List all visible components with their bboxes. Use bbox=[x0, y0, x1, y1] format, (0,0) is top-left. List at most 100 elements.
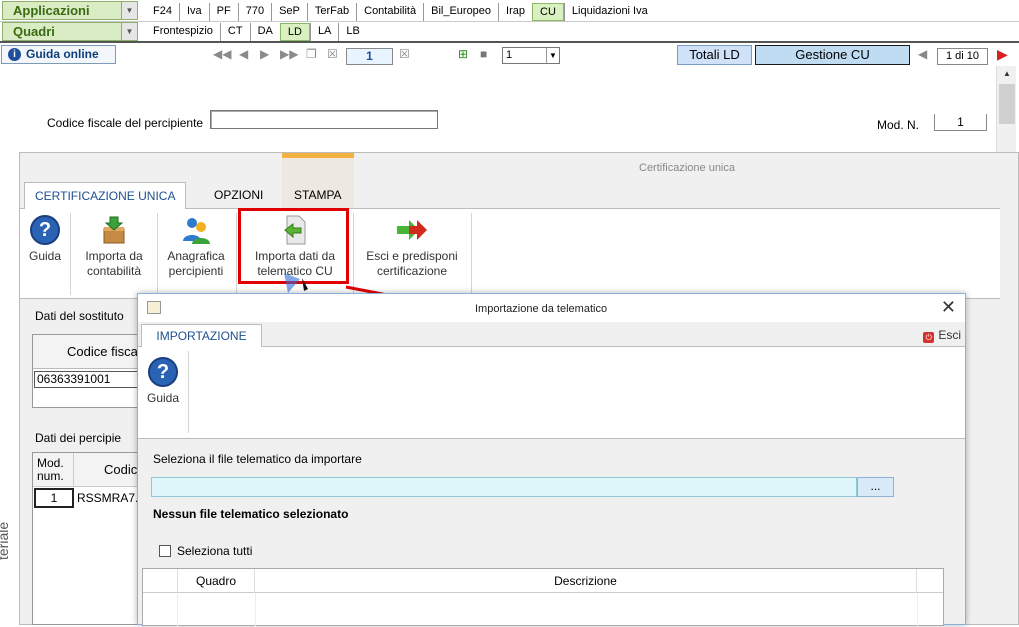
close-icon[interactable]: ✕ bbox=[941, 297, 956, 318]
guida-button[interactable]: ? Guida bbox=[27, 215, 63, 264]
module-tab-770[interactable]: 770 bbox=[237, 3, 271, 21]
module-tab-irap[interactable]: Irap bbox=[498, 3, 532, 21]
tab-stampa[interactable]: STAMPA bbox=[284, 182, 352, 209]
percipienti-section-label: Dati dei percipie bbox=[35, 431, 122, 445]
totali-ld-button[interactable]: Totali LD bbox=[677, 45, 752, 65]
add-sheet-icon[interactable]: ⊞ bbox=[458, 47, 468, 61]
scroll-up-icon[interactable]: ▲ bbox=[997, 66, 1017, 82]
remove-page-icon[interactable]: ☒ bbox=[399, 47, 410, 61]
guida-online-button[interactable]: i Guida online bbox=[1, 45, 116, 64]
dialog-ribbon: ? Guida bbox=[138, 347, 965, 439]
mod-num-header-line2: num. bbox=[37, 469, 64, 483]
toolbar: i Guida online ◀◀ ◀ ▶ ▶▶ ❐ ☒ 1 ☒ ⊞ ■ 1 ▼… bbox=[0, 41, 1019, 66]
delete-page-icon[interactable]: ☒ bbox=[327, 47, 338, 61]
help-icon: ? bbox=[30, 215, 60, 245]
importa-contabilita-button[interactable]: Importa da contabilità bbox=[77, 215, 151, 279]
tab-opzioni[interactable]: OPZIONI bbox=[204, 182, 273, 209]
codice-fiscale-value[interactable]: 06363391001 bbox=[34, 371, 139, 388]
scroll-thumb[interactable] bbox=[999, 84, 1015, 124]
module-tab-f24[interactable]: F24 bbox=[146, 3, 179, 21]
select-all-checkbox[interactable]: Seleziona tutti bbox=[159, 544, 252, 558]
quadro-tab-ct[interactable]: CT bbox=[219, 23, 250, 41]
prev-page-icon[interactable]: ◀ bbox=[239, 47, 248, 61]
module-tabs: F24 Iva PF 770 SeP TerFab Contabilità Bil_Europ… bbox=[146, 3, 655, 21]
select-all-label: Seleziona tutti bbox=[177, 544, 253, 558]
anagrafica-line2: percipienti bbox=[168, 264, 224, 278]
checkbox-box[interactable] bbox=[159, 545, 171, 557]
anagrafica-percipienti-button[interactable]: Anagrafica percipienti bbox=[161, 215, 231, 279]
module-tab-iva[interactable]: Iva bbox=[178, 3, 209, 21]
users-icon bbox=[183, 218, 210, 244]
dialog-app-icon bbox=[147, 301, 161, 314]
codice-header: Codic bbox=[74, 453, 139, 487]
quadro-tab-frontespizio[interactable]: Frontespizio bbox=[146, 23, 220, 41]
esci-label: Esci bbox=[938, 328, 961, 342]
chevron-down-icon[interactable]: ▼ bbox=[121, 23, 137, 40]
module-pager: 1 di 10 bbox=[937, 48, 988, 65]
tab-certificazione-unica[interactable]: CERTIFICAZIONE UNICA bbox=[24, 182, 187, 209]
quadri-label: Quadri bbox=[13, 24, 55, 39]
page-scrollbar[interactable]: ▲ bbox=[996, 66, 1016, 154]
row-mod-num[interactable]: 1 bbox=[34, 488, 74, 508]
next-page-icon[interactable]: ▶ bbox=[260, 47, 269, 61]
quadro-tab-da[interactable]: DA bbox=[249, 23, 280, 41]
dialog-titlebar: Importazione da telematico ✕ bbox=[138, 294, 965, 322]
esci-button[interactable]: ⏻ Esci bbox=[923, 328, 961, 343]
module-tab-bil-europeo[interactable]: Bil_Europeo bbox=[423, 3, 498, 21]
module-tab-liquidazioni-iva[interactable]: Liquidazioni Iva bbox=[563, 3, 655, 21]
sheet-select-value: 1 bbox=[506, 49, 513, 61]
chevron-down-icon[interactable]: ▼ bbox=[121, 2, 137, 19]
gestione-cu-button[interactable]: Gestione CU bbox=[755, 45, 910, 65]
mod-n-field[interactable]: 1 bbox=[934, 114, 987, 131]
dialog-tabs: IMPORTAZIONE ⏻ Esci bbox=[138, 322, 965, 348]
codice-fiscale-input[interactable] bbox=[210, 110, 438, 129]
row-codice-fiscale[interactable]: RSSMRA7. bbox=[77, 491, 138, 505]
quadro-tab-la[interactable]: LA bbox=[309, 23, 338, 41]
col-quadro[interactable]: Quadro bbox=[177, 569, 255, 593]
module-tab-sep[interactable]: SeP bbox=[271, 3, 307, 21]
dialog-guida-button[interactable]: ? Guida bbox=[145, 357, 181, 406]
prev-module-icon[interactable]: ◀ bbox=[918, 47, 927, 61]
col-descrizione[interactable]: Descrizione bbox=[255, 569, 917, 593]
esci-line1: Esci e predisponi bbox=[366, 249, 458, 263]
no-file-label: Nessun file telematico selezionato bbox=[153, 507, 349, 521]
browse-button[interactable]: ... bbox=[857, 477, 894, 497]
codice-fiscale-label: Codice fiscale del percipiente bbox=[47, 116, 204, 130]
quadro-tab-ld[interactable]: LD bbox=[279, 23, 310, 41]
quadri-grid: Quadro Descrizione bbox=[142, 568, 944, 627]
import-dialog: Importazione da telematico ✕ IMPORTAZION… bbox=[137, 293, 966, 627]
quadro-tab-lb[interactable]: LB bbox=[338, 23, 366, 41]
copy-page-icon[interactable]: ❐ bbox=[306, 47, 317, 61]
dialog-title: Importazione da telematico bbox=[475, 303, 608, 315]
quadri-combo[interactable]: Quadri ▼ bbox=[2, 22, 138, 41]
file-path-input[interactable] bbox=[151, 477, 857, 497]
importa-contabilita-line1: Importa da bbox=[85, 249, 143, 263]
separator bbox=[157, 213, 158, 295]
grid-line bbox=[255, 593, 256, 627]
grid-header: Quadro Descrizione bbox=[143, 569, 943, 593]
mod-n-label: Mod. N. bbox=[877, 118, 920, 132]
sheet-select[interactable]: 1 ▼ bbox=[502, 47, 560, 64]
separator bbox=[236, 213, 237, 295]
stop-icon[interactable]: ■ bbox=[480, 47, 487, 61]
anagrafica-line1: Anagrafica bbox=[167, 249, 225, 263]
applicazioni-combo[interactable]: Applicazioni ▼ bbox=[2, 1, 138, 20]
exit-arrow-icon bbox=[397, 220, 427, 240]
vertical-label: teriale bbox=[0, 521, 11, 560]
module-tab-contabilit-[interactable]: Contabilità bbox=[356, 3, 423, 21]
module-tab-cu[interactable]: CU bbox=[532, 3, 564, 21]
separator bbox=[70, 213, 71, 295]
applicazioni-label: Applicazioni bbox=[13, 3, 90, 18]
grid-line bbox=[917, 593, 918, 627]
module-tab-terfab[interactable]: TerFab bbox=[306, 3, 356, 21]
module-tab-pf[interactable]: PF bbox=[208, 3, 238, 21]
tab-importazione[interactable]: IMPORTAZIONE bbox=[141, 324, 262, 348]
first-page-icon[interactable]: ◀◀ bbox=[213, 47, 231, 61]
percipienti-table: Mod. num. Codic 1 RSSMRA7. bbox=[32, 452, 140, 625]
info-icon: i bbox=[8, 48, 21, 61]
next-module-icon[interactable]: ▶ bbox=[997, 46, 1008, 63]
page-number-field[interactable]: 1 bbox=[346, 48, 393, 65]
last-page-icon[interactable]: ▶▶ bbox=[280, 47, 298, 61]
dialog-guida-label: Guida bbox=[146, 391, 180, 405]
quadri-tabs: Frontespizio CT DA LD LA LB bbox=[146, 23, 367, 41]
